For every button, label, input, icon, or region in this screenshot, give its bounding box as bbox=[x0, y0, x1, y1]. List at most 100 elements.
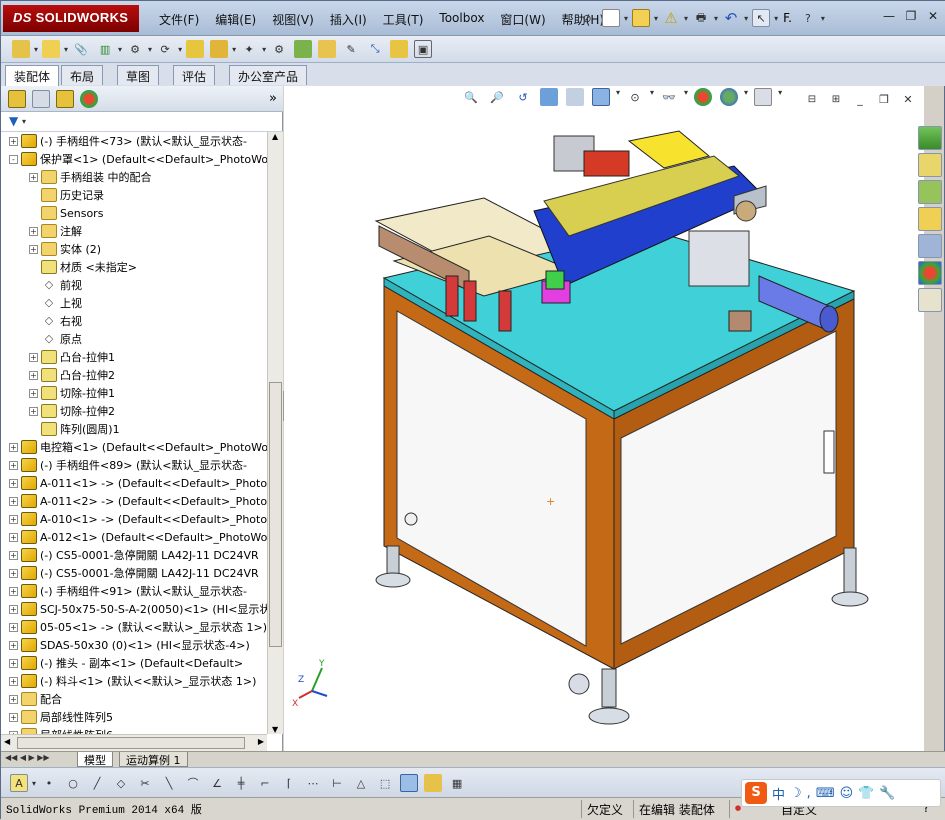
expand-toggle-icon[interactable]: + bbox=[9, 550, 18, 560]
property-manager-icon[interactable] bbox=[32, 90, 50, 108]
tab-office-products[interactable]: 办公室产品 bbox=[229, 65, 308, 85]
keyboard-icon[interactable]: ⌨ bbox=[816, 786, 835, 801]
smart-fastener-icon[interactable]: ⚙ bbox=[126, 40, 144, 58]
expand-toggle-icon[interactable]: + bbox=[9, 712, 18, 722]
tree-row[interactable]: + 电控箱<1> (Default<<Default>_PhotoWor bbox=[1, 438, 267, 456]
menu-tools[interactable]: 工具(T) bbox=[375, 11, 432, 28]
user-icon[interactable]: ☺ bbox=[840, 786, 854, 801]
tree-vertical-scrollbar[interactable]: ▲ ▼ bbox=[267, 132, 283, 734]
expand-toggle-icon[interactable]: + bbox=[9, 460, 18, 470]
tab-motion-study[interactable]: 运动算例 1 bbox=[119, 752, 188, 767]
tab-evaluate[interactable]: 评估 bbox=[173, 65, 216, 85]
expand-toggle-icon[interactable]: + bbox=[29, 226, 38, 236]
new-motion-study-icon[interactable]: ⚙ bbox=[270, 40, 288, 58]
snapshot-icon[interactable]: ▣ bbox=[414, 40, 433, 58]
reference-geometry-icon[interactable]: ✦ bbox=[240, 40, 258, 58]
tree-row[interactable]: ◇ 上视 bbox=[1, 294, 267, 312]
restore-icon[interactable]: ❐ bbox=[904, 9, 918, 23]
tree-row[interactable]: + 局部线性阵列5 bbox=[1, 708, 267, 726]
trim-icon[interactable]: ✂ bbox=[136, 774, 154, 792]
arc-icon[interactable]: ⌒ bbox=[184, 774, 202, 792]
tree-row[interactable]: 历史记录 bbox=[1, 186, 267, 204]
search-results-icon[interactable] bbox=[918, 234, 942, 258]
shaded-box-icon[interactable] bbox=[400, 774, 419, 792]
tree-row[interactable]: + SDAS-50x30 (0)<1> (HI<显示状态-4>) bbox=[1, 636, 267, 654]
instant3d-icon[interactable]: ⤡ bbox=[366, 40, 384, 58]
expand-toggle-icon[interactable]: + bbox=[9, 658, 18, 668]
corner-rectangle-icon[interactable]: ⌈ bbox=[280, 774, 298, 792]
tree-row[interactable]: + (-) 手柄组件<89> (默认<默认_显示状态- bbox=[1, 456, 267, 474]
expand-toggle-icon[interactable]: + bbox=[29, 406, 38, 416]
tree-row[interactable]: + (-) 手柄组件<73> (默认<默认_显示状态- bbox=[1, 132, 267, 150]
filter-icon[interactable]: ▼ bbox=[9, 114, 18, 128]
speedpak-icon[interactable] bbox=[390, 40, 409, 58]
comma-icon[interactable]: , bbox=[807, 786, 811, 801]
home-icon[interactable] bbox=[918, 153, 942, 177]
mate-icon[interactable]: 📎 bbox=[72, 40, 90, 58]
expand-toggle-icon[interactable]: + bbox=[9, 496, 18, 506]
tree-row[interactable]: - 保护罩<1> (Default<<Default>_PhotoWor bbox=[1, 150, 267, 168]
new-document-icon[interactable] bbox=[602, 9, 620, 27]
tab-sketch[interactable]: 草图 bbox=[117, 65, 160, 85]
exploded-view-icon[interactable] bbox=[318, 40, 337, 58]
centerline-icon[interactable]: ╲ bbox=[160, 774, 178, 792]
tree-row[interactable]: + 配合 bbox=[1, 690, 267, 708]
open-folder-icon[interactable] bbox=[632, 9, 651, 27]
expand-toggle-icon[interactable]: + bbox=[9, 568, 18, 578]
menu-edit[interactable]: 编辑(E) bbox=[207, 11, 264, 28]
ime-language[interactable]: 中 bbox=[772, 784, 785, 803]
expand-toggle-icon[interactable]: + bbox=[9, 676, 18, 686]
line-icon[interactable]: ╱ bbox=[88, 774, 106, 792]
appearances-icon[interactable] bbox=[918, 261, 942, 285]
expand-toggle-icon[interactable]: + bbox=[9, 478, 18, 488]
display-manager-icon[interactable] bbox=[80, 90, 98, 108]
tree-row[interactable]: + SCJ-50x75-50-S-A-2(0050)<1> (HI<显示状 bbox=[1, 600, 267, 618]
design-library-icon[interactable] bbox=[918, 180, 942, 204]
tree-filter[interactable]: ▼ ▾ bbox=[1, 113, 283, 132]
expand-pane-icon[interactable]: » bbox=[269, 91, 277, 106]
undo-icon[interactable]: ↶ bbox=[722, 9, 740, 27]
convert-entities-icon[interactable]: △ bbox=[352, 774, 370, 792]
tree-row[interactable]: + (-) 推头 - 副本<1> (Default<Default> bbox=[1, 654, 267, 672]
bill-of-materials-icon[interactable] bbox=[294, 40, 313, 58]
tree-row[interactable]: 阵列(圆周)1 bbox=[1, 420, 267, 438]
tree-row[interactable]: + (-) 料斗<1> (默认<<默认>_显示状态 1>) bbox=[1, 672, 267, 690]
ime-toolbar[interactable]: S 中 ☽ , ⌨ ☺ 👕 🔧 bbox=[741, 779, 941, 807]
sketch-fillet-icon[interactable]: ⌐ bbox=[256, 774, 274, 792]
minimize-icon[interactable]: — bbox=[882, 9, 896, 23]
tree-row[interactable]: 材质 <未指定> bbox=[1, 258, 267, 276]
tree-row[interactable]: + A-012<1> (Default<<Default>_PhotoWork bbox=[1, 528, 267, 546]
tree-row[interactable]: + 实体 (2) bbox=[1, 240, 267, 258]
menu-insert[interactable]: 插入(I) bbox=[322, 11, 375, 28]
tree-row[interactable]: ◇ 右视 bbox=[1, 312, 267, 330]
tab-assembly[interactable]: 装配体 bbox=[5, 65, 60, 86]
mirror-icon[interactable]: ╪ bbox=[232, 774, 250, 792]
tree-row[interactable]: + 切除-拉伸1 bbox=[1, 384, 267, 402]
expand-toggle-icon[interactable]: + bbox=[29, 244, 38, 254]
point-icon[interactable]: • bbox=[40, 774, 58, 792]
file-explorer-icon[interactable] bbox=[918, 207, 942, 231]
select-arrow-icon[interactable]: ↖ bbox=[752, 9, 771, 27]
expand-toggle-icon[interactable]: + bbox=[9, 586, 18, 596]
tree-row[interactable]: ◇ 前视 bbox=[1, 276, 267, 294]
table-icon[interactable]: ▦ bbox=[448, 774, 466, 792]
shirt-icon[interactable]: 👕 bbox=[858, 786, 874, 801]
close-icon[interactable]: ✕ bbox=[926, 9, 940, 23]
tab-model[interactable]: 模型 bbox=[77, 752, 113, 767]
feature-tree-icon[interactable] bbox=[8, 90, 26, 108]
dimension-icon[interactable]: ⊢ bbox=[328, 774, 346, 792]
expand-toggle-icon[interactable]: + bbox=[29, 388, 38, 398]
help-icon[interactable]: ? bbox=[799, 9, 817, 27]
expand-toggle-icon[interactable]: + bbox=[9, 622, 18, 632]
expand-toggle-icon[interactable]: + bbox=[9, 604, 18, 614]
menu-toolbox[interactable]: Toolbox bbox=[431, 11, 492, 28]
tree-row[interactable]: + A-011<2> -> (Default<<Default>_PhotoW bbox=[1, 492, 267, 510]
tree-row[interactable]: + 切除-拉伸2 bbox=[1, 402, 267, 420]
expand-toggle-icon[interactable]: + bbox=[9, 136, 18, 146]
move-component-icon[interactable]: ⟳ bbox=[156, 40, 174, 58]
scroll-thumb[interactable] bbox=[269, 382, 282, 647]
short-label[interactable]: F. bbox=[783, 11, 792, 25]
warning-icon[interactable]: ⚠ bbox=[662, 9, 680, 27]
explode-line-icon[interactable]: ✎ bbox=[342, 40, 360, 58]
tree-row[interactable]: + A-010<1> -> (Default<<Default>_PhotoW bbox=[1, 510, 267, 528]
